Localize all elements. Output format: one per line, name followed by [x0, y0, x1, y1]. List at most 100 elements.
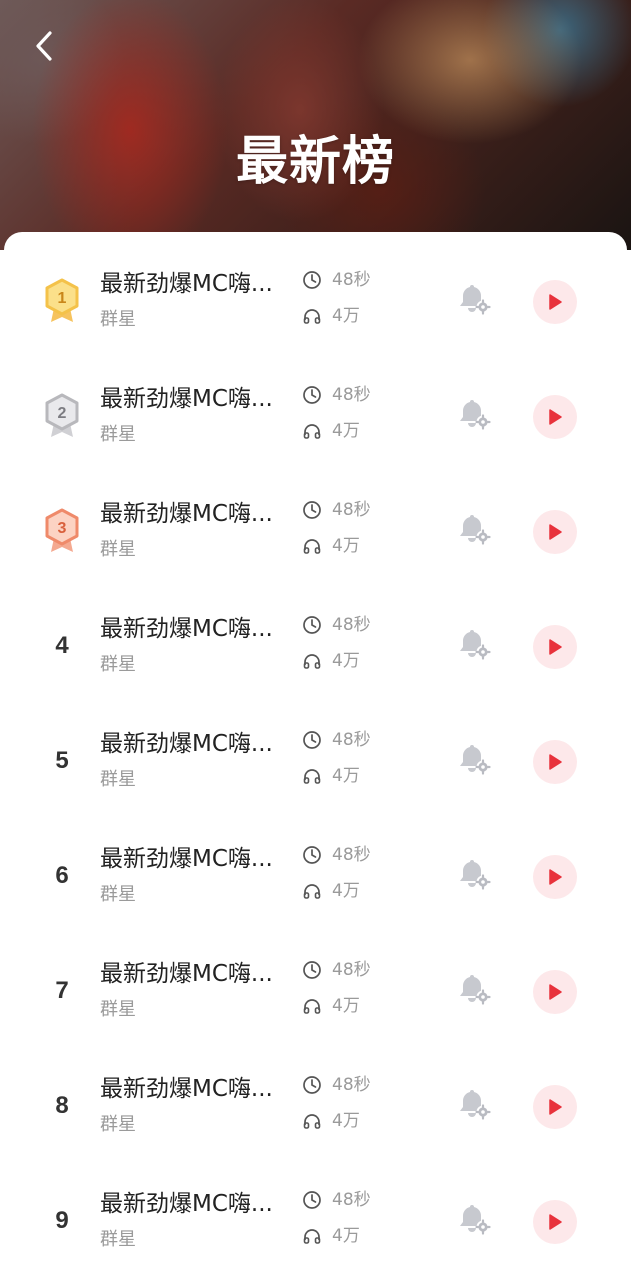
duration-text: 48秒: [332, 1075, 371, 1095]
song-title[interactable]: 最新劲爆MC嗨...: [100, 1073, 290, 1105]
duration: 48秒: [302, 498, 371, 522]
play-button[interactable]: [533, 740, 577, 784]
play-button[interactable]: [533, 510, 577, 554]
gold-medal-icon: 1: [45, 278, 79, 322]
ringtone-setting-button[interactable]: [454, 1200, 494, 1240]
song-title[interactable]: 最新劲爆MC嗨...: [100, 843, 290, 875]
song-title[interactable]: 最新劲爆MC嗨...: [100, 728, 290, 760]
play-count-text: 4万: [332, 1226, 360, 1246]
song-title[interactable]: 最新劲爆MC嗨...: [100, 498, 290, 530]
duration-text: 48秒: [332, 845, 371, 865]
play-count: 4万: [302, 649, 360, 673]
ringtone-setting-button[interactable]: [454, 855, 494, 895]
song-row[interactable]: 9 最新劲爆MC嗨... 群星 48秒 4万: [0, 1168, 631, 1280]
ringtone-setting-button[interactable]: [454, 625, 494, 665]
play-icon: [549, 294, 562, 310]
song-artist: 群星: [100, 884, 136, 905]
rank-number: 5: [55, 747, 69, 774]
song-artist: 群星: [100, 654, 136, 675]
back-button[interactable]: [26, 28, 62, 64]
play-button[interactable]: [533, 970, 577, 1014]
song-artist: 群星: [100, 424, 136, 445]
song-title[interactable]: 最新劲爆MC嗨...: [100, 1188, 290, 1220]
play-icon: [549, 1099, 562, 1115]
duration-text: 48秒: [332, 730, 371, 750]
clock-icon: [303, 1191, 321, 1209]
duration-text: 48秒: [332, 385, 371, 405]
page-title: 最新榜: [235, 132, 395, 192]
play-icon: [549, 754, 562, 770]
song-row[interactable]: 1 最新劲爆MC嗨... 群星 48秒 4万: [0, 248, 631, 363]
duration-text: 48秒: [332, 960, 371, 980]
ringtone-setting-button[interactable]: [454, 280, 494, 320]
rank: 7: [40, 966, 84, 1016]
duration: 48秒: [302, 268, 371, 292]
ringtone-setting-button[interactable]: [454, 970, 494, 1010]
duration-text: 48秒: [332, 615, 371, 635]
bell-settings-icon: [460, 285, 491, 315]
duration-text: 48秒: [332, 500, 371, 520]
duration: 48秒: [302, 1073, 371, 1097]
play-button[interactable]: [533, 1200, 577, 1244]
headphones-icon: [303, 1229, 321, 1244]
duration: 48秒: [302, 1188, 371, 1212]
duration: 48秒: [302, 383, 371, 407]
play-button[interactable]: [533, 280, 577, 324]
play-count-text: 4万: [332, 651, 360, 671]
rank-number: 6: [55, 862, 69, 889]
clock-icon: [303, 501, 321, 519]
headphones-icon: [303, 309, 321, 324]
play-button[interactable]: [533, 625, 577, 669]
play-button[interactable]: [533, 855, 577, 899]
duration: 48秒: [302, 613, 371, 637]
ringtone-setting-button[interactable]: [454, 395, 494, 435]
rank: 4: [40, 621, 84, 671]
duration: 48秒: [302, 843, 371, 867]
play-button[interactable]: [533, 1085, 577, 1129]
song-title[interactable]: 最新劲爆MC嗨...: [100, 958, 290, 990]
play-count-text: 4万: [332, 306, 360, 326]
bell-settings-icon: [460, 515, 491, 545]
clock-icon: [303, 616, 321, 634]
rank: 5: [40, 736, 84, 786]
ringtone-setting-button[interactable]: [454, 1085, 494, 1125]
ringtone-setting-button[interactable]: [454, 740, 494, 780]
rank-number: 2: [58, 405, 67, 422]
play-icon: [549, 639, 562, 655]
bell-settings-icon: [460, 745, 491, 775]
song-title[interactable]: 最新劲爆MC嗨...: [100, 613, 290, 645]
headphones-icon: [303, 1114, 321, 1129]
duration-text: 48秒: [332, 270, 371, 290]
play-icon: [549, 984, 562, 1000]
song-row[interactable]: 8 最新劲爆MC嗨... 群星 48秒 4万: [0, 1053, 631, 1168]
ringtone-setting-button[interactable]: [454, 510, 494, 550]
clock-icon: [303, 961, 321, 979]
header-banner: 最新榜: [0, 0, 631, 250]
song-row[interactable]: 7 最新劲爆MC嗨... 群星 48秒 4万: [0, 938, 631, 1053]
duration-text: 48秒: [332, 1190, 371, 1210]
play-count-text: 4万: [332, 881, 360, 901]
song-row[interactable]: 4 最新劲爆MC嗨... 群星 48秒 4万: [0, 593, 631, 708]
play-count: 4万: [302, 1224, 360, 1248]
play-icon: [549, 524, 562, 540]
play-count: 4万: [302, 879, 360, 903]
bell-settings-icon: [460, 400, 491, 430]
play-count: 4万: [302, 994, 360, 1018]
song-row[interactable]: 3 最新劲爆MC嗨... 群星 48秒 4万: [0, 478, 631, 593]
headphones-icon: [303, 539, 321, 554]
play-count-text: 4万: [332, 421, 360, 441]
chevron-left-icon: [36, 31, 52, 61]
headphones-icon: [303, 424, 321, 439]
rank-number: 1: [58, 290, 67, 307]
song-row[interactable]: 5 最新劲爆MC嗨... 群星 48秒 4万: [0, 708, 631, 823]
song-title[interactable]: 最新劲爆MC嗨...: [100, 268, 290, 300]
song-title[interactable]: 最新劲爆MC嗨...: [100, 383, 290, 415]
rank-number: 4: [55, 632, 69, 659]
rank: 6: [40, 851, 84, 901]
song-artist: 群星: [100, 309, 136, 330]
rank-number: 9: [55, 1207, 69, 1234]
play-button[interactable]: [533, 395, 577, 439]
bell-settings-icon: [460, 975, 491, 1005]
song-row[interactable]: 6 最新劲爆MC嗨... 群星 48秒 4万: [0, 823, 631, 938]
song-row[interactable]: 2 最新劲爆MC嗨... 群星 48秒 4万: [0, 363, 631, 478]
